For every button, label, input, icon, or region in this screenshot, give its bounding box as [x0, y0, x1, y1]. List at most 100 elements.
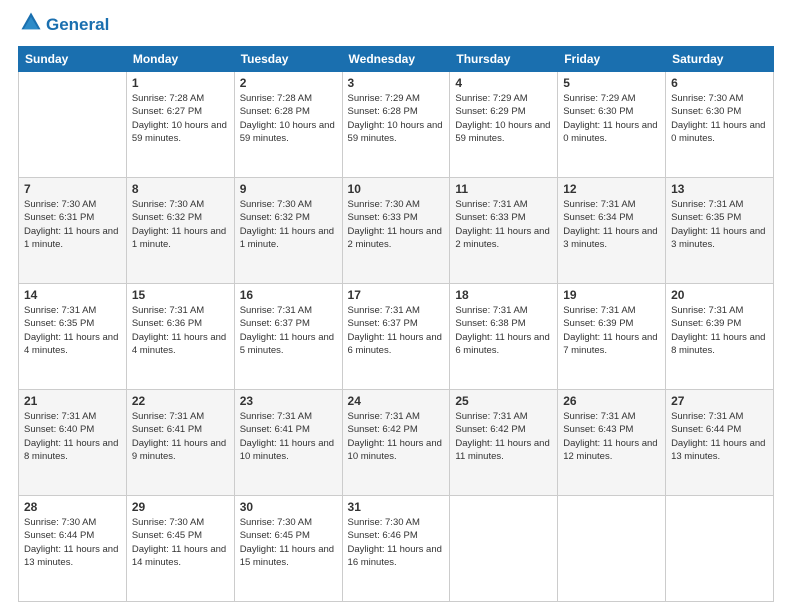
- day-number: 9: [240, 182, 337, 196]
- table-row: [450, 496, 558, 602]
- day-detail: Sunrise: 7:31 AMSunset: 6:35 PMDaylight:…: [671, 198, 768, 251]
- day-detail: Sunrise: 7:30 AMSunset: 6:45 PMDaylight:…: [240, 516, 337, 569]
- calendar-header-row: Sunday Monday Tuesday Wednesday Thursday…: [19, 47, 774, 72]
- day-detail: Sunrise: 7:31 AMSunset: 6:37 PMDaylight:…: [240, 304, 337, 357]
- day-detail: Sunrise: 7:30 AMSunset: 6:32 PMDaylight:…: [240, 198, 337, 251]
- header: General: [18, 15, 774, 36]
- table-row: 27 Sunrise: 7:31 AMSunset: 6:44 PMDayligh…: [666, 390, 774, 496]
- day-detail: Sunrise: 7:29 AMSunset: 6:28 PMDaylight:…: [348, 92, 445, 145]
- table-row: 30 Sunrise: 7:30 AMSunset: 6:45 PMDayligh…: [234, 496, 342, 602]
- day-detail: Sunrise: 7:30 AMSunset: 6:44 PMDaylight:…: [24, 516, 121, 569]
- day-detail: Sunrise: 7:30 AMSunset: 6:46 PMDaylight:…: [348, 516, 445, 569]
- table-row: 22 Sunrise: 7:31 AMSunset: 6:41 PMDayligh…: [126, 390, 234, 496]
- day-detail: Sunrise: 7:30 AMSunset: 6:45 PMDaylight:…: [132, 516, 229, 569]
- day-number: 10: [348, 182, 445, 196]
- day-number: 4: [455, 76, 552, 90]
- calendar-week-row: 14 Sunrise: 7:31 AMSunset: 6:35 PMDayligh…: [19, 284, 774, 390]
- day-detail: Sunrise: 7:30 AMSunset: 6:33 PMDaylight:…: [348, 198, 445, 251]
- table-row: 1 Sunrise: 7:28 AMSunset: 6:27 PMDaylight…: [126, 72, 234, 178]
- day-number: 23: [240, 394, 337, 408]
- day-detail: Sunrise: 7:31 AMSunset: 6:40 PMDaylight:…: [24, 410, 121, 463]
- table-row: 29Sunrise: 7:30 AMSunset: 6:45 PMDayligh…: [126, 496, 234, 602]
- table-row: 3 Sunrise: 7:29 AMSunset: 6:28 PMDaylight…: [342, 72, 450, 178]
- day-detail: Sunrise: 7:31 AMSunset: 6:34 PMDaylight:…: [563, 198, 660, 251]
- calendar-week-row: 21 Sunrise: 7:31 AMSunset: 6:40 PMDayligh…: [19, 390, 774, 496]
- day-detail: Sunrise: 7:31 AMSunset: 6:42 PMDaylight:…: [348, 410, 445, 463]
- day-number: 6: [671, 76, 768, 90]
- table-row: 24 Sunrise: 7:31 AMSunset: 6:42 PMDayligh…: [342, 390, 450, 496]
- day-detail: Sunrise: 7:31 AMSunset: 6:43 PMDaylight:…: [563, 410, 660, 463]
- table-row: 26 Sunrise: 7:31 AMSunset: 6:43 PMDayligh…: [558, 390, 666, 496]
- day-number: 1: [132, 76, 229, 90]
- day-number: 7: [24, 182, 121, 196]
- day-number: 8: [132, 182, 229, 196]
- col-monday: Monday: [126, 47, 234, 72]
- day-number: 20: [671, 288, 768, 302]
- col-thursday: Thursday: [450, 47, 558, 72]
- day-number: 11: [455, 182, 552, 196]
- day-number: 21: [24, 394, 121, 408]
- table-row: 4 Sunrise: 7:29 AMSunset: 6:29 PMDaylight…: [450, 72, 558, 178]
- table-row: 19 Sunrise: 7:31 AMSunset: 6:39 PMDayligh…: [558, 284, 666, 390]
- day-number: 13: [671, 182, 768, 196]
- day-detail: Sunrise: 7:30 AMSunset: 6:30 PMDaylight:…: [671, 92, 768, 145]
- day-number: 30: [240, 500, 337, 514]
- table-row: 12 Sunrise: 7:31 AMSunset: 6:34 PMDayligh…: [558, 178, 666, 284]
- table-row: 13 Sunrise: 7:31 AMSunset: 6:35 PMDayligh…: [666, 178, 774, 284]
- day-detail: Sunrise: 7:31 AMSunset: 6:41 PMDaylight:…: [132, 410, 229, 463]
- day-detail: Sunrise: 7:28 AMSunset: 6:27 PMDaylight:…: [132, 92, 229, 145]
- calendar-week-row: 7 Sunrise: 7:30 AMSunset: 6:31 PMDaylight…: [19, 178, 774, 284]
- day-number: 16: [240, 288, 337, 302]
- day-number: 3: [348, 76, 445, 90]
- day-number: 24: [348, 394, 445, 408]
- table-row: 18Sunrise: 7:31 AMSunset: 6:38 PMDayligh…: [450, 284, 558, 390]
- table-row: 15 Sunrise: 7:31 AMSunset: 6:36 PMDayligh…: [126, 284, 234, 390]
- page: General Sunday Monday Tuesday Wednesday …: [0, 0, 792, 612]
- day-number: 25: [455, 394, 552, 408]
- logo-icon: [20, 11, 42, 33]
- day-number: 27: [671, 394, 768, 408]
- table-row: [558, 496, 666, 602]
- table-row: 7 Sunrise: 7:30 AMSunset: 6:31 PMDaylight…: [19, 178, 127, 284]
- day-number: 15: [132, 288, 229, 302]
- day-number: 14: [24, 288, 121, 302]
- table-row: 23 Sunrise: 7:31 AMSunset: 6:41 PMDayligh…: [234, 390, 342, 496]
- table-row: [666, 496, 774, 602]
- day-number: 26: [563, 394, 660, 408]
- calendar-table: Sunday Monday Tuesday Wednesday Thursday…: [18, 46, 774, 602]
- table-row: 8Sunrise: 7:30 AMSunset: 6:32 PMDaylight…: [126, 178, 234, 284]
- table-row: 28Sunrise: 7:30 AMSunset: 6:44 PMDayligh…: [19, 496, 127, 602]
- col-wednesday: Wednesday: [342, 47, 450, 72]
- table-row: 16 Sunrise: 7:31 AMSunset: 6:37 PMDayligh…: [234, 284, 342, 390]
- day-detail: Sunrise: 7:31 AMSunset: 6:41 PMDaylight:…: [240, 410, 337, 463]
- day-detail: Sunrise: 7:31 AMSunset: 6:42 PMDaylight:…: [455, 410, 552, 463]
- day-number: 19: [563, 288, 660, 302]
- table-row: 6 Sunrise: 7:30 AMSunset: 6:30 PMDaylight…: [666, 72, 774, 178]
- day-detail: Sunrise: 7:31 AMSunset: 6:35 PMDaylight:…: [24, 304, 121, 357]
- table-row: 17Sunrise: 7:31 AMSunset: 6:37 PMDayligh…: [342, 284, 450, 390]
- day-detail: Sunrise: 7:31 AMSunset: 6:39 PMDaylight:…: [563, 304, 660, 357]
- day-detail: Sunrise: 7:31 AMSunset: 6:44 PMDaylight:…: [671, 410, 768, 463]
- day-detail: Sunrise: 7:31 AMSunset: 6:36 PMDaylight:…: [132, 304, 229, 357]
- day-detail: Sunrise: 7:29 AMSunset: 6:29 PMDaylight:…: [455, 92, 552, 145]
- day-number: 22: [132, 394, 229, 408]
- table-row: [19, 72, 127, 178]
- table-row: 25 Sunrise: 7:31 AMSunset: 6:42 PMDayligh…: [450, 390, 558, 496]
- day-number: 12: [563, 182, 660, 196]
- table-row: 14 Sunrise: 7:31 AMSunset: 6:35 PMDayligh…: [19, 284, 127, 390]
- table-row: 10 Sunrise: 7:30 AMSunset: 6:33 PMDayligh…: [342, 178, 450, 284]
- day-number: 2: [240, 76, 337, 90]
- day-number: 18: [455, 288, 552, 302]
- table-row: 9 Sunrise: 7:30 AMSunset: 6:32 PMDaylight…: [234, 178, 342, 284]
- day-number: 5: [563, 76, 660, 90]
- table-row: 20 Sunrise: 7:31 AMSunset: 6:39 PMDayligh…: [666, 284, 774, 390]
- col-sunday: Sunday: [19, 47, 127, 72]
- day-number: 31: [348, 500, 445, 514]
- table-row: 31 Sunrise: 7:30 AMSunset: 6:46 PMDayligh…: [342, 496, 450, 602]
- col-saturday: Saturday: [666, 47, 774, 72]
- day-detail: Sunrise: 7:31 AMSunset: 6:39 PMDaylight:…: [671, 304, 768, 357]
- day-detail: Sunrise: 7:30 AMSunset: 6:31 PMDaylight:…: [24, 198, 121, 251]
- col-friday: Friday: [558, 47, 666, 72]
- day-detail: Sunrise: 7:29 AMSunset: 6:30 PMDaylight:…: [563, 92, 660, 145]
- logo-text-line1: General: [46, 16, 109, 35]
